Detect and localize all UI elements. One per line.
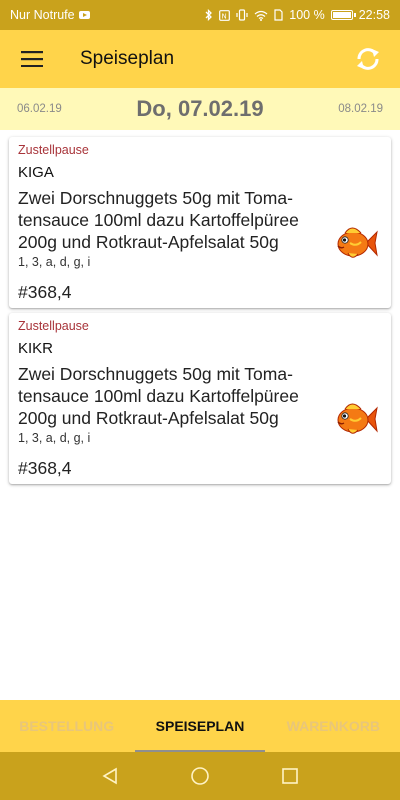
status-bar: Nur Notrufe N 100 % 22:58 xyxy=(0,0,400,30)
carrier-label: Nur Notrufe xyxy=(10,8,75,22)
menu-description: Zwei Dorschnuggets 50g mit Toma-tensauce… xyxy=(18,364,299,428)
date-navigator: 06.02.19 Do, 07.02.19 08.02.19 xyxy=(0,88,400,130)
system-navigation-bar xyxy=(0,752,400,800)
current-date: Do, 07.02.19 xyxy=(136,96,264,121)
tab-speiseplan[interactable]: SPEISEPLAN xyxy=(133,700,266,752)
back-button[interactable] xyxy=(65,752,155,800)
app-bar: Speiseplan xyxy=(0,30,400,88)
recents-button[interactable] xyxy=(245,752,335,800)
delivery-status: Zustellpause xyxy=(18,319,89,333)
battery-percent: 100 % xyxy=(289,8,325,22)
page-title: Speiseplan xyxy=(80,48,175,69)
menu-item-card[interactable]: Zustellpause KIKR Zwei Dorschnuggets 50g… xyxy=(9,313,391,484)
menu-description: Zwei Dorschnuggets 50g mit Toma-tensauce… xyxy=(18,188,299,252)
bluetooth-icon xyxy=(205,9,213,21)
tab-bestellung[interactable]: BESTELLUNG xyxy=(0,700,133,752)
vibrate-icon xyxy=(236,9,248,21)
price: #368,4 xyxy=(18,282,72,302)
clock: 22:58 xyxy=(358,8,390,22)
back-triangle-icon xyxy=(102,767,117,785)
menu-button[interactable] xyxy=(0,30,64,88)
home-circle-icon xyxy=(191,767,209,785)
home-button[interactable] xyxy=(155,752,245,800)
wifi-icon xyxy=(254,10,268,21)
youtube-notification-icon xyxy=(78,11,90,19)
nfc-icon: N xyxy=(219,9,231,21)
allergens: 1, 3, a, d, g, i xyxy=(18,255,91,269)
sync-button[interactable] xyxy=(336,30,400,88)
bottom-tab-bar: BESTELLUNG SPEISEPLAN WARENKORB xyxy=(0,700,400,752)
sim-icon xyxy=(274,9,283,21)
next-date-link[interactable]: 08.02.19 xyxy=(338,103,383,115)
sync-icon xyxy=(357,48,379,70)
price: #368,4 xyxy=(18,458,72,478)
fish-icon xyxy=(337,403,378,434)
allergens: 1, 3, a, d, g, i xyxy=(18,431,91,445)
previous-date-link[interactable]: 06.02.19 xyxy=(17,103,62,115)
recents-square-icon xyxy=(282,768,298,784)
battery-icon xyxy=(330,10,356,20)
delivery-status: Zustellpause xyxy=(18,143,89,157)
svg-text:N: N xyxy=(222,12,227,20)
tab-warenkorb[interactable]: WARENKORB xyxy=(267,700,400,752)
menu-code: KIGA xyxy=(18,164,54,181)
fish-icon xyxy=(337,227,378,258)
menu-item-card[interactable]: Zustellpause KIGA Zwei Dorschnuggets 50g… xyxy=(9,137,391,308)
menu-code: KIKR xyxy=(18,340,54,357)
hamburger-menu-icon xyxy=(21,51,43,67)
